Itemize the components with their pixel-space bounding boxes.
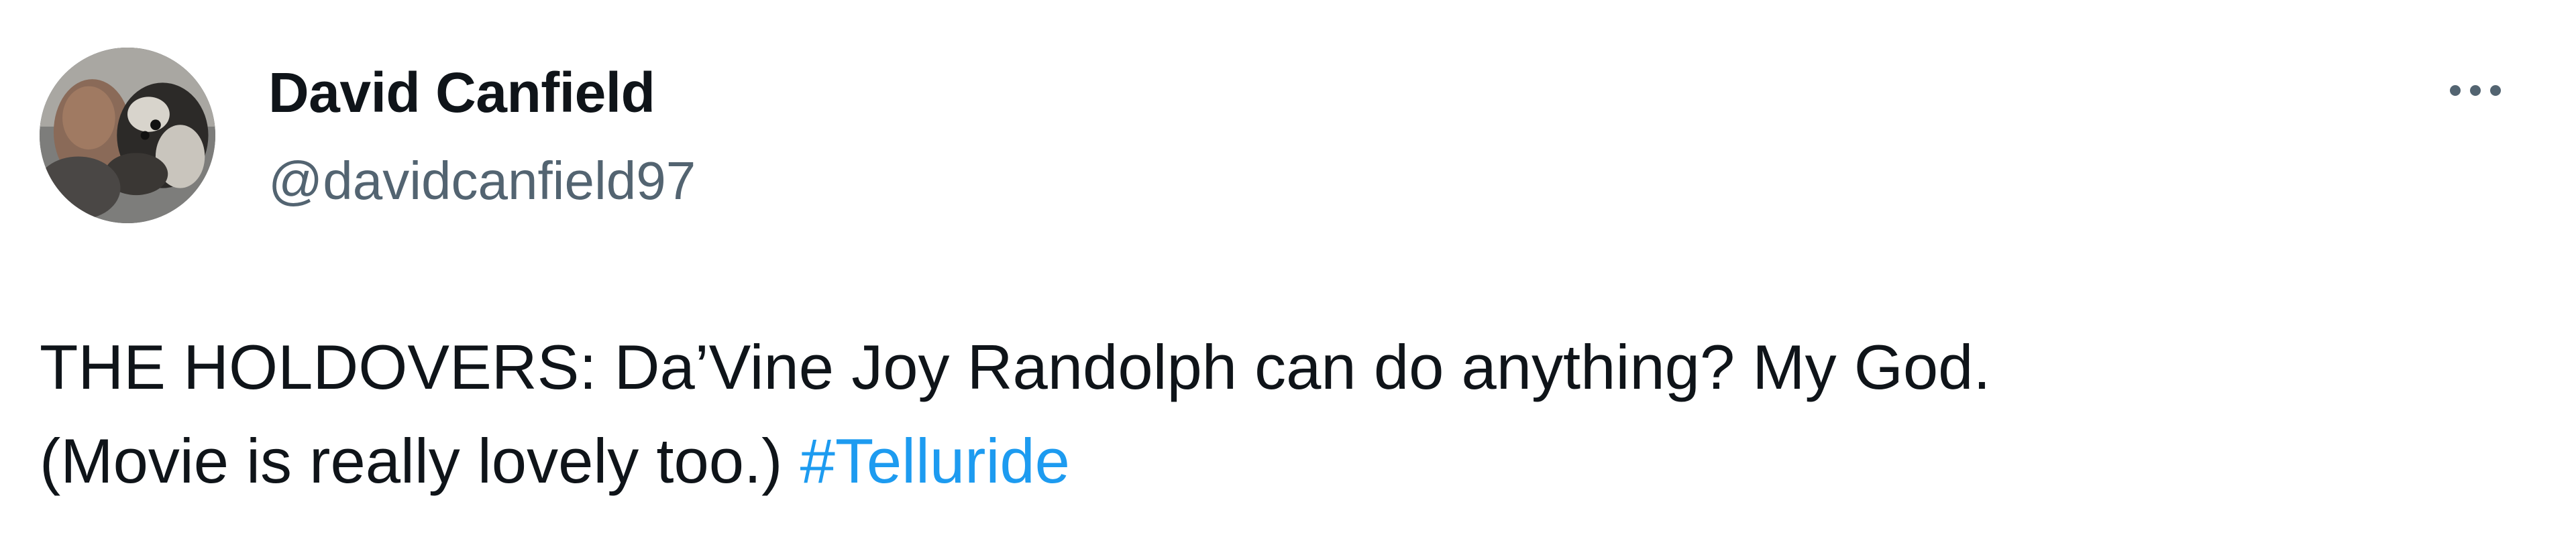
tweet-text-line-1: THE HOLDOVERS: Da’Vine Joy Randolph can … [40,332,1991,402]
avatar-photo-icon [40,48,215,223]
tweet-text-line-2-content: (Movie is really lovely too.) [40,426,783,496]
avatar[interactable] [40,48,215,223]
hashtag-link[interactable]: #Telluride [800,426,1070,496]
author-handle[interactable]: @davidcanfield97 [268,149,696,213]
tweet-text-line-2: (Movie is really lovely too.) #Telluride [40,414,2522,508]
more-horizontal-icon [2450,85,2461,96]
more-horizontal-icon [2470,85,2481,96]
tweet-text: THE HOLDOVERS: Da’Vine Joy Randolph can … [40,320,2522,508]
tweet-card: David Canfield @davidcanfield97 THE HOLD… [0,0,2576,557]
more-options-button[interactable] [2435,70,2516,111]
author-display-name[interactable]: David Canfield [268,59,655,126]
more-horizontal-icon [2490,85,2501,96]
